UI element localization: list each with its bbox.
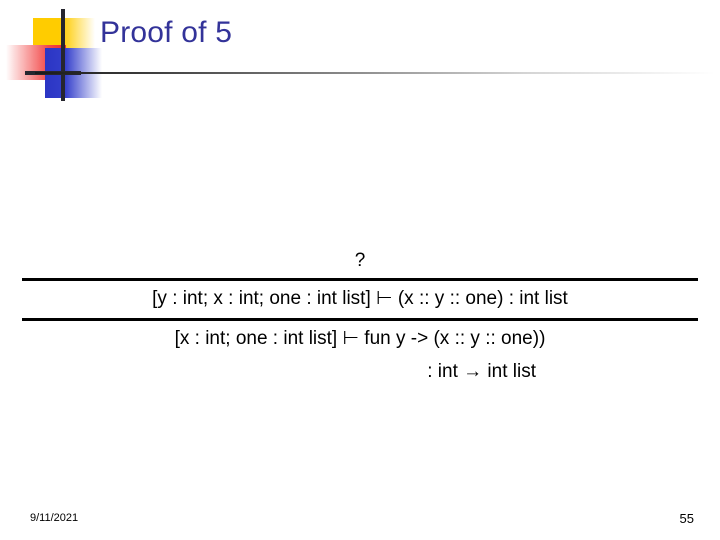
slide-footer-number: 55 xyxy=(679,511,694,526)
proof-type-annotation: : int → int list xyxy=(427,361,536,382)
header-divider xyxy=(35,72,715,74)
proof-judgment-upper: [y : int; x : int; one : int list] ⊢ (x … xyxy=(152,288,568,309)
proof-premise-placeholder: ? xyxy=(354,250,366,271)
proof-judgment-lower: [x : int; one : int list] ⊢ fun y -> (x … xyxy=(174,328,546,349)
slide-logo-mark xyxy=(0,0,110,110)
page-title: Proof of 5 xyxy=(100,16,233,49)
proof-inference-rule-lower xyxy=(22,318,698,321)
slide-footer-date: 9/11/2021 xyxy=(30,512,79,524)
slide-canvas: { "slide": { "title": "Proof of 5", "tit… xyxy=(0,0,720,540)
proof-derivation: ? [y : int; x : int; one : int list] ⊢ (… xyxy=(22,246,698,387)
logo-vertical-line-icon xyxy=(61,9,65,101)
